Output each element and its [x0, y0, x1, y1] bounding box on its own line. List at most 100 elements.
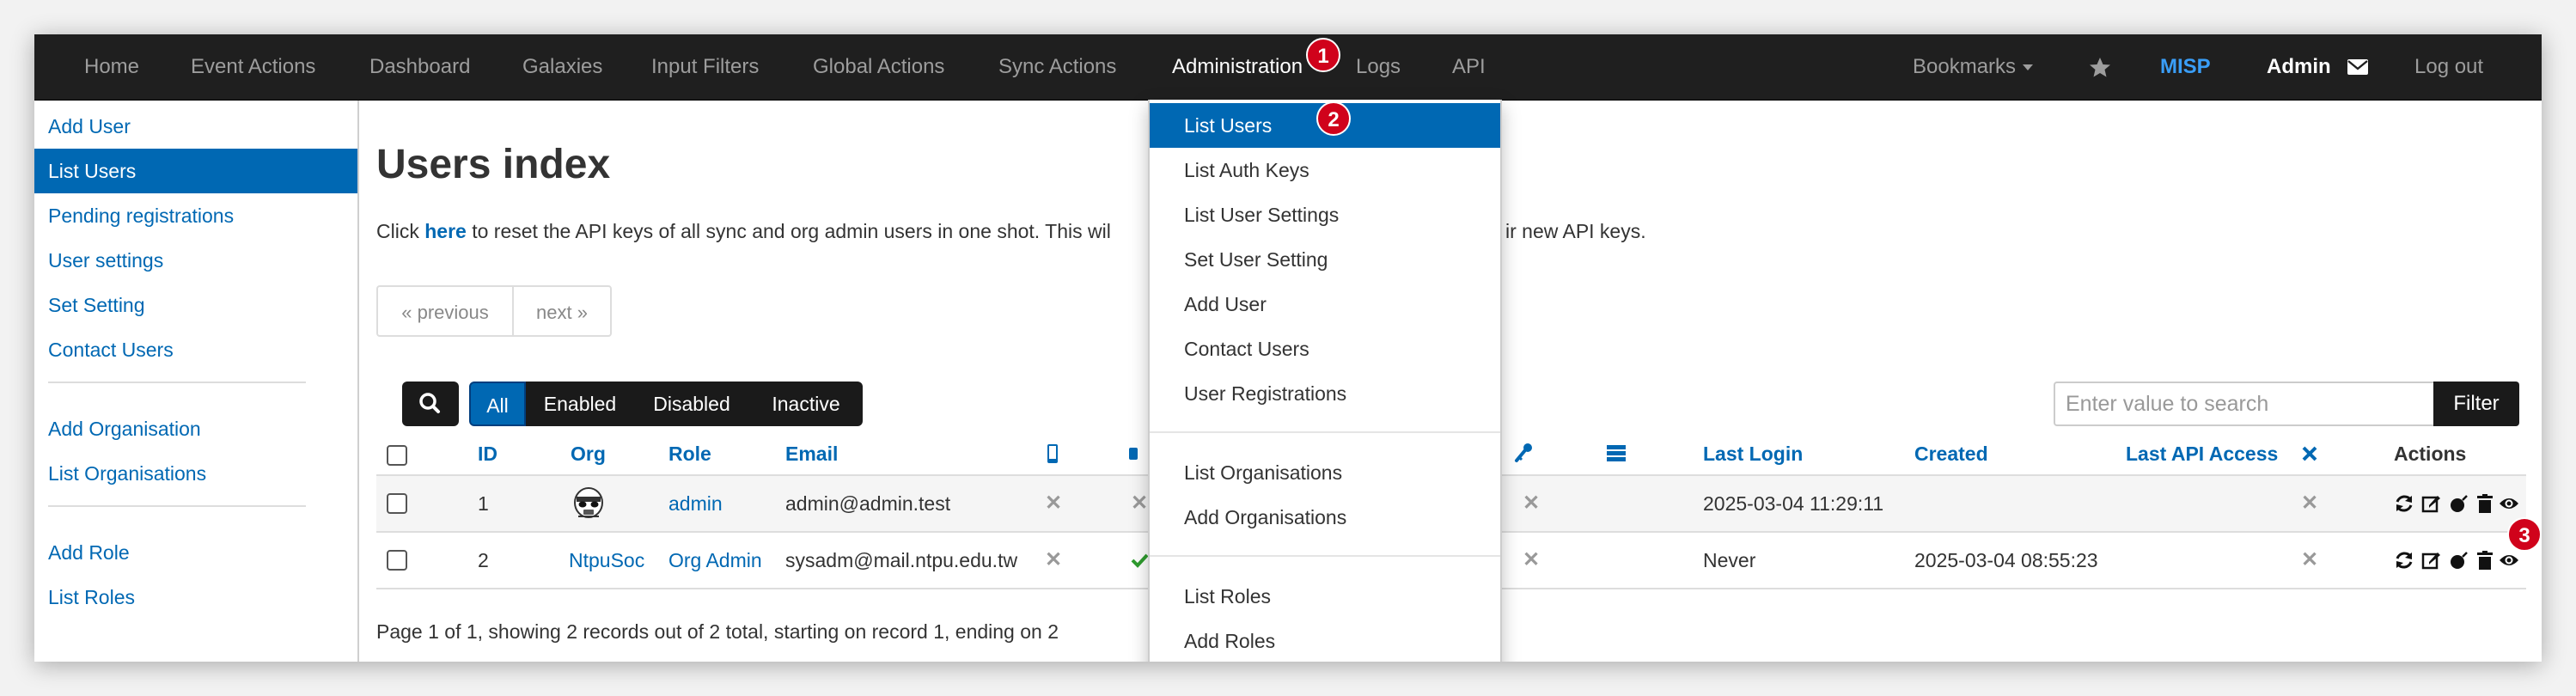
column-org[interactable]: Org: [571, 437, 606, 471]
column-email[interactable]: Email: [785, 437, 838, 471]
bomb-icon[interactable]: [2449, 493, 2469, 514]
phone-icon[interactable]: [1045, 437, 1060, 471]
nav-home[interactable]: Home: [84, 34, 139, 100]
search-icon: [419, 393, 440, 413]
nav-input-filters[interactable]: Input Filters: [651, 34, 759, 100]
sidebar-item-add-role[interactable]: Add Role: [34, 530, 357, 575]
list-icon[interactable]: [1605, 437, 1627, 471]
sidebar-divider: [48, 382, 306, 383]
filter-inactive[interactable]: Inactive: [749, 382, 863, 426]
app-window: Home Event Actions Dashboard Galaxies In…: [34, 34, 2542, 662]
sidebar-item-set-setting[interactable]: Set Setting: [34, 283, 357, 327]
close-icon: ✕: [1523, 491, 1541, 515]
bomb-icon[interactable]: [2449, 550, 2469, 571]
nav-user-admin[interactable]: Admin: [2267, 34, 2331, 100]
menu-item-add-user[interactable]: Add User: [1150, 282, 1500, 327]
nav-logs[interactable]: Logs: [1356, 34, 1401, 100]
cell-email: admin@admin.test: [785, 492, 951, 515]
menu-item-list-user-settings[interactable]: List User Settings: [1150, 192, 1500, 237]
trash-icon[interactable]: [2475, 550, 2495, 571]
page-title: Users index: [376, 142, 611, 187]
sidebar-item-contact-users[interactable]: Contact Users: [34, 327, 357, 372]
refresh-icon[interactable]: [2394, 550, 2414, 571]
column-id[interactable]: ID: [478, 437, 497, 471]
menu-item-add-organisations[interactable]: Add Organisations: [1150, 495, 1500, 540]
trash-icon[interactable]: [2475, 493, 2495, 514]
filter-all[interactable]: All: [469, 382, 526, 426]
cell-org-link[interactable]: NtpuSoc: [569, 533, 644, 588]
cell-created: 2025-03-04 08:55:23: [1914, 549, 2098, 571]
star-icon[interactable]: [2088, 34, 2112, 100]
nav-sync-actions[interactable]: Sync Actions: [998, 34, 1116, 100]
select-all-checkbox[interactable]: [387, 445, 407, 466]
menu-divider: [1150, 555, 1500, 557]
row-checkbox[interactable]: [387, 550, 407, 571]
sidebar-divider: [48, 505, 306, 507]
nav-bookmarks[interactable]: Bookmarks: [1913, 34, 2034, 100]
sidebar-item-list-roles[interactable]: List Roles: [34, 575, 357, 620]
edit-icon[interactable]: [2421, 550, 2442, 571]
cell-email: sysadm@mail.ntpu.edu.tw: [785, 549, 1018, 571]
filter-enabled[interactable]: Enabled: [526, 382, 634, 426]
api-reset-notice: Click here to reset the API keys of all …: [376, 220, 1111, 243]
menu-item-set-user-setting[interactable]: Set User Setting: [1150, 237, 1500, 282]
top-navbar: Home Event Actions Dashboard Galaxies In…: [34, 34, 2542, 101]
sidebar-item-list-organisations[interactable]: List Organisations: [34, 451, 357, 496]
close-icon: ✕: [1131, 491, 1149, 515]
edit-icon[interactable]: [2421, 493, 2442, 514]
eye-icon[interactable]: [2499, 550, 2519, 571]
close-icon: ✕: [2301, 548, 2319, 571]
nav-brand-misp[interactable]: MISP: [2160, 34, 2211, 100]
pagination-summary: Page 1 of 1, showing 2 records out of 2 …: [376, 620, 1059, 643]
envelope-icon[interactable]: [2346, 34, 2370, 100]
nav-logout[interactable]: Log out: [2414, 34, 2483, 100]
nav-event-actions[interactable]: Event Actions: [191, 34, 315, 100]
nav-global-actions[interactable]: Global Actions: [813, 34, 944, 100]
menu-item-contact-users[interactable]: Contact Users: [1150, 327, 1500, 371]
sidebar-item-pending-registrations[interactable]: Pending registrations: [34, 193, 357, 238]
close-icon: ✕: [1045, 548, 1063, 571]
reset-api-keys-link[interactable]: here: [424, 220, 467, 242]
close-icon[interactable]: [2301, 437, 2318, 471]
caret-down-icon: [2023, 64, 2034, 71]
filter-disabled[interactable]: Disabled: [634, 382, 749, 426]
cell-role-link[interactable]: admin: [668, 476, 723, 531]
pager-next[interactable]: next »: [512, 285, 612, 337]
bookmarks-label: Bookmarks: [1913, 55, 2017, 78]
menu-item-list-roles[interactable]: List Roles: [1150, 574, 1500, 619]
column-created[interactable]: Created: [1914, 437, 1988, 471]
cell-role-link[interactable]: Org Admin: [668, 533, 762, 588]
nav-galaxies[interactable]: Galaxies: [522, 34, 602, 100]
pager-previous[interactable]: « previous: [376, 285, 514, 337]
menu-item-add-roles[interactable]: Add Roles: [1150, 619, 1500, 662]
close-icon: ✕: [1523, 548, 1541, 571]
filter-submit-button[interactable]: Filter: [2433, 382, 2519, 426]
notice-text: to reset the API keys of all sync and or…: [466, 220, 1111, 242]
column-last-api-access[interactable]: Last API Access: [2126, 437, 2278, 471]
nav-api[interactable]: API: [1452, 34, 1486, 100]
eye-icon[interactable]: [2499, 493, 2519, 514]
sidebar-item-user-settings[interactable]: User settings: [34, 238, 357, 283]
nav-dashboard[interactable]: Dashboard: [369, 34, 470, 100]
step-badge-1: 1: [1306, 38, 1340, 72]
key-icon[interactable]: [1512, 437, 1535, 471]
column-role[interactable]: Role: [668, 437, 711, 471]
menu-item-list-auth-keys[interactable]: List Auth Keys: [1150, 148, 1500, 192]
column-last-login[interactable]: Last Login: [1703, 437, 1803, 471]
check-icon: [1131, 533, 1149, 588]
sidebar-item-add-user[interactable]: Add User: [34, 104, 357, 149]
notice-tail: ir new API keys.: [1505, 220, 1646, 242]
menu-item-list-organisations[interactable]: List Organisations: [1150, 450, 1500, 495]
search-toggle-button[interactable]: [402, 382, 459, 426]
notice-text: Click: [376, 220, 425, 242]
search-input[interactable]: Enter value to search: [2054, 382, 2435, 426]
sidebar: Add User List Users Pending registration…: [34, 101, 359, 662]
sidebar-item-list-users[interactable]: List Users: [34, 149, 357, 193]
menu-item-user-registrations[interactable]: User Registrations: [1150, 371, 1500, 416]
step-badge-3: 3: [2507, 517, 2542, 552]
nav-administration[interactable]: Administration: [1172, 34, 1303, 100]
sidebar-item-add-organisation[interactable]: Add Organisation: [34, 406, 357, 451]
refresh-icon[interactable]: [2394, 493, 2414, 514]
column-partial-icon[interactable]: [1127, 437, 1141, 471]
row-checkbox[interactable]: [387, 493, 407, 514]
